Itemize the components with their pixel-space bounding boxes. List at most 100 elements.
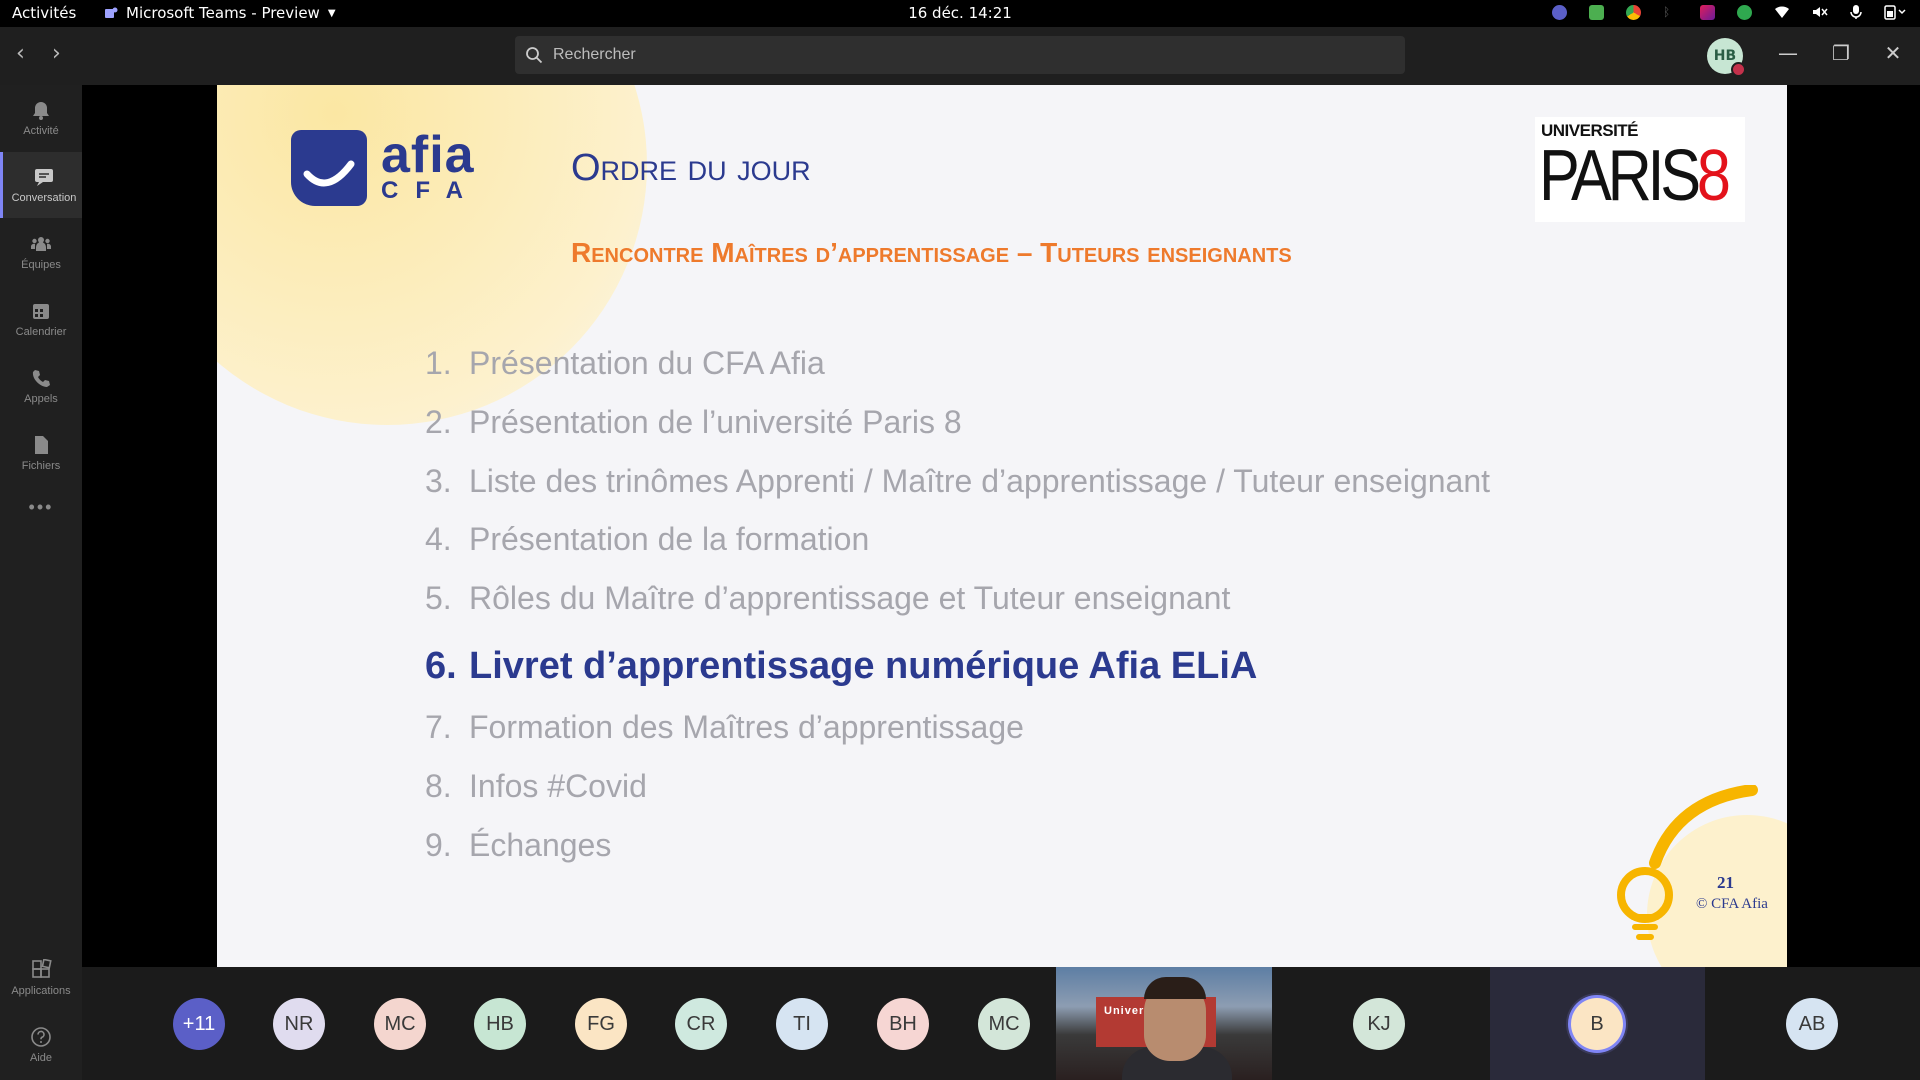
slack-icon[interactable] bbox=[1700, 4, 1715, 20]
sidebar-item-label: Appels bbox=[24, 393, 58, 405]
agenda-number: 9. bbox=[425, 826, 452, 863]
participant-overflow-avatar[interactable]: +11 bbox=[173, 998, 225, 1050]
microphone-icon[interactable] bbox=[1850, 4, 1862, 20]
bluetooth-icon[interactable]: ᛒ bbox=[1663, 5, 1678, 20]
search-input[interactable] bbox=[551, 45, 1375, 65]
active-speaker-tile[interactable]: B bbox=[1490, 967, 1705, 1080]
agenda-number: 4. bbox=[425, 521, 452, 558]
agenda-text: Échanges bbox=[469, 826, 612, 863]
participant-avatar[interactable]: NR bbox=[273, 998, 325, 1050]
sidebar-item-fichiers[interactable]: Fichiers bbox=[0, 420, 82, 486]
teams-tray-icon[interactable] bbox=[1552, 4, 1567, 20]
minimize-icon[interactable]: — bbox=[1773, 41, 1803, 65]
agenda-number: 5. bbox=[425, 580, 452, 617]
app-menu[interactable]: Microsoft Teams - Preview ▼ bbox=[104, 4, 336, 22]
sidebar-item-appels[interactable]: Appels bbox=[0, 353, 82, 419]
maximize-icon[interactable]: ❐ bbox=[1826, 41, 1856, 65]
search-icon bbox=[526, 47, 543, 64]
cfa-logo-text: CFA bbox=[381, 177, 480, 204]
phone-icon bbox=[32, 370, 50, 387]
participant-avatar[interactable]: MC bbox=[978, 998, 1030, 1050]
shared-screen-stage: afia CFA Ordre du jour Rencontre Maîtres… bbox=[82, 85, 1920, 967]
participant-video-tile[interactable]: Univer bbox=[1056, 967, 1272, 1080]
wifi-icon[interactable] bbox=[1774, 5, 1790, 19]
sidebar-item-label: Calendrier bbox=[15, 326, 67, 338]
participant-avatar[interactable]: CR bbox=[675, 998, 727, 1050]
participant-initials: BH bbox=[889, 1012, 917, 1035]
sidebar-item-label: Fichiers bbox=[21, 460, 61, 472]
back-arrow-icon[interactable]: ‹ bbox=[16, 43, 25, 65]
chevron-down-icon: ▼ bbox=[327, 7, 336, 19]
app-name: Microsoft Teams - Preview bbox=[126, 4, 320, 22]
check-icon[interactable] bbox=[1737, 4, 1752, 20]
agenda-item: 1. Présentation du CFA Afia bbox=[425, 345, 1490, 404]
help-icon bbox=[31, 1027, 51, 1047]
more-icon: ••• bbox=[28, 496, 54, 517]
participant-initials: FG bbox=[587, 1012, 615, 1035]
participant-avatar[interactable]: MC bbox=[374, 998, 426, 1050]
chat-icon bbox=[35, 169, 53, 186]
agenda-number: 6. bbox=[425, 644, 457, 687]
app-bar: Activité Conversation Équipes Calendrier… bbox=[0, 85, 85, 1080]
battery-power-menu-icon[interactable] bbox=[1884, 4, 1906, 20]
presentation-slide: afia CFA Ordre du jour Rencontre Maîtres… bbox=[217, 85, 1787, 967]
agenda-item-current: 6. Livret d’apprentissage numérique Afia … bbox=[425, 645, 1490, 709]
sidebar-item-aide[interactable]: Aide bbox=[0, 1012, 82, 1078]
agenda-item: 2. Présentation de l’université Paris 8 bbox=[425, 404, 1490, 463]
slide-copyright: © CFA Afia bbox=[1696, 896, 1768, 912]
search-box[interactable] bbox=[515, 36, 1405, 74]
agenda-number: 8. bbox=[425, 767, 452, 804]
agenda-item: 5. Rôles du Maître d’apprentissage et Tut… bbox=[425, 580, 1490, 639]
agenda-text: Livret d’apprentissage numérique Afia EL… bbox=[469, 644, 1258, 687]
participant-strip: +11 NR MC HB FG CR TI BH MC Univer KJ B … bbox=[82, 967, 1920, 1080]
participant-initials: KJ bbox=[1367, 1012, 1391, 1035]
agenda-text: Présentation du CFA Afia bbox=[469, 345, 825, 381]
agenda-item: 7. Formation des Maîtres d’apprentissage bbox=[425, 709, 1490, 768]
apps-icon bbox=[32, 959, 52, 978]
sidebar-item-equipes[interactable]: Équipes bbox=[0, 219, 82, 285]
sidebar-item-calendrier[interactable]: Calendrier bbox=[0, 286, 82, 352]
participant-initials: TI bbox=[793, 1012, 811, 1035]
slide-page-number: 21 bbox=[1717, 873, 1734, 892]
profile-initials: HB bbox=[1713, 48, 1737, 64]
profile-avatar[interactable]: HB bbox=[1707, 38, 1746, 77]
shield-icon[interactable] bbox=[1589, 4, 1604, 20]
participant-avatar[interactable]: KJ bbox=[1353, 998, 1405, 1050]
calendar-icon bbox=[33, 304, 49, 319]
more-apps-button[interactable]: ••• bbox=[0, 487, 82, 527]
slide-title: Ordre du jour bbox=[571, 147, 811, 189]
chrome-icon[interactable] bbox=[1626, 4, 1641, 20]
close-icon[interactable]: ✕ bbox=[1878, 41, 1908, 65]
agenda-text: Liste des trinômes Apprenti / Maître d’a… bbox=[469, 462, 1491, 499]
participant-initials: NR bbox=[284, 1012, 314, 1035]
forward-arrow-icon[interactable]: › bbox=[52, 43, 61, 65]
system-tray: ᛒ bbox=[1552, 4, 1906, 20]
sidebar-item-conversation[interactable]: Conversation bbox=[0, 152, 85, 218]
agenda-number: 3. bbox=[425, 462, 452, 499]
lightbulb-icon bbox=[1617, 785, 1787, 967]
afia-cfa-logo: afia CFA bbox=[291, 129, 480, 206]
volume-muted-icon[interactable] bbox=[1812, 5, 1828, 19]
teams-app-icon bbox=[105, 7, 118, 18]
agenda-item: 4. Présentation de la formation bbox=[425, 521, 1490, 580]
clock[interactable]: 16 déc. 14:21 bbox=[908, 4, 1012, 22]
system-top-bar: Activités Microsoft Teams - Preview ▼ 16… bbox=[0, 0, 1920, 27]
participant-initials: B bbox=[1590, 1012, 1604, 1035]
file-icon bbox=[35, 436, 48, 454]
afia-smile-mark bbox=[291, 130, 367, 206]
participant-initials: CR bbox=[686, 1012, 716, 1035]
status-dot bbox=[1731, 62, 1746, 77]
participant-avatar[interactable]: AB bbox=[1786, 998, 1838, 1050]
sidebar-item-applications[interactable]: Applications bbox=[0, 945, 82, 1011]
activities-button[interactable]: Activités bbox=[12, 4, 76, 22]
agenda-number: 7. bbox=[425, 708, 452, 745]
participant-avatar[interactable]: HB bbox=[474, 998, 526, 1050]
agenda-item: 3. Liste des trinômes Apprenti / Maître d… bbox=[425, 463, 1490, 522]
participant-avatar-speaking[interactable]: B bbox=[1571, 998, 1623, 1050]
participant-avatar[interactable]: BH bbox=[877, 998, 929, 1050]
sidebar-item-label: Activité bbox=[23, 125, 59, 137]
sidebar-item-label: Équipes bbox=[21, 259, 61, 271]
participant-avatar[interactable]: FG bbox=[575, 998, 627, 1050]
sidebar-item-activite[interactable]: Activité bbox=[0, 85, 82, 151]
participant-avatar[interactable]: TI bbox=[776, 998, 828, 1050]
